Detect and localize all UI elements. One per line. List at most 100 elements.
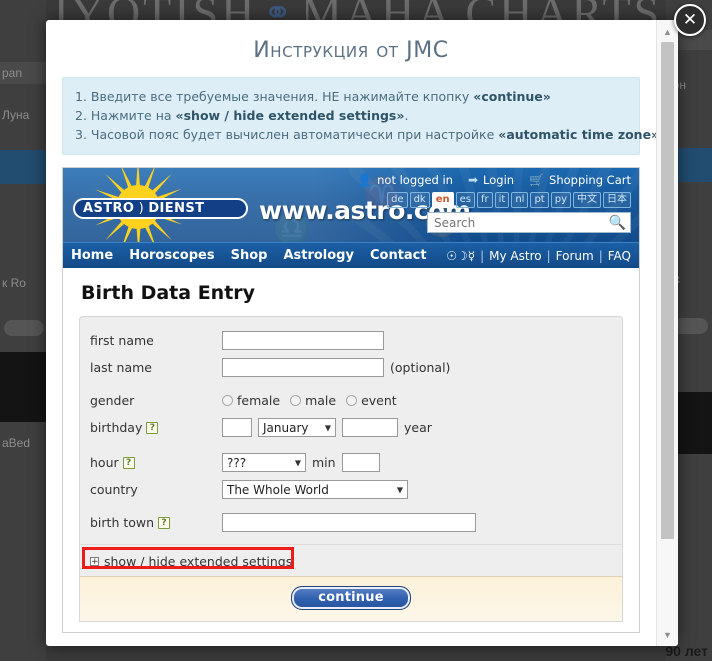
instruction-line-1: 1. Введите все требуемые значения. НЕ на… bbox=[75, 87, 627, 106]
shopping-cart-icon[interactable]: 🛒 bbox=[529, 174, 544, 186]
country-select[interactable]: The Whole World ▼ bbox=[222, 480, 408, 499]
close-icon: ✕ bbox=[682, 9, 698, 30]
birth-town-help-icon[interactable]: ? bbox=[158, 516, 171, 529]
last-name-input[interactable] bbox=[222, 358, 384, 377]
gender-radio-female[interactable] bbox=[222, 395, 233, 406]
country-label: country bbox=[90, 482, 138, 497]
birth-town-input[interactable] bbox=[222, 513, 476, 532]
birth-town-label: birth town ? bbox=[90, 515, 222, 530]
close-button[interactable]: ✕ bbox=[674, 4, 706, 36]
nav-link-forum[interactable]: Forum bbox=[556, 249, 594, 263]
language-pt[interactable]: pt bbox=[530, 192, 549, 208]
birthday-month-select[interactable]: January ▼ bbox=[258, 418, 336, 437]
nav-item-astrology[interactable]: Astrology bbox=[275, 248, 362, 263]
language-de[interactable]: de bbox=[387, 192, 408, 208]
scroll-down-arrow-icon[interactable]: ▼ bbox=[657, 626, 678, 643]
chevron-down-icon: ▼ bbox=[324, 423, 331, 432]
row-gender: gender female male event bbox=[80, 387, 622, 414]
background-fragment: pan bbox=[2, 66, 23, 80]
last-name-optional-note: (optional) bbox=[390, 360, 451, 375]
chevron-down-icon: ▼ bbox=[396, 485, 403, 494]
modal-title: Инструкция от JMC bbox=[253, 38, 449, 63]
gender-option-event[interactable]: event bbox=[361, 393, 397, 408]
birthday-year-unit: year bbox=[404, 420, 432, 435]
background-fragment: Луна bbox=[2, 108, 30, 122]
instruction-2-tail: . bbox=[404, 108, 409, 123]
row-birth-town: birth town ? bbox=[80, 509, 622, 536]
language-nl[interactable]: nl bbox=[511, 192, 529, 208]
planet-glyphs-icon[interactable]: ☉☽☿ bbox=[446, 249, 475, 263]
modal-scrollbar[interactable]: ▲ ▼ bbox=[656, 20, 678, 646]
language-ru[interactable]: ру bbox=[550, 192, 571, 208]
hour-help-icon[interactable]: ? bbox=[122, 456, 135, 469]
gender-radio-event[interactable] bbox=[346, 395, 358, 406]
birthday-label: birthday ? bbox=[90, 420, 222, 435]
expand-plus-icon[interactable]: + bbox=[90, 557, 99, 567]
nav-separator: | bbox=[598, 249, 603, 263]
minute-label: min bbox=[312, 455, 336, 470]
row-last-name: last name (optional) bbox=[80, 354, 622, 381]
birthday-help-icon[interactable]: ? bbox=[146, 421, 159, 434]
language-zh[interactable]: 中文 bbox=[573, 192, 601, 208]
gender-option-female[interactable]: female bbox=[237, 393, 280, 408]
chevron-down-icon: ▼ bbox=[294, 458, 301, 467]
birthday-day-input[interactable] bbox=[222, 418, 252, 437]
first-name-input[interactable] bbox=[222, 331, 384, 350]
logo-word-dienst: DIENST bbox=[148, 201, 205, 216]
nav-item-shop[interactable]: Shop bbox=[223, 248, 276, 263]
birth-data-page: Birth Data Entry first name last name (o… bbox=[63, 268, 639, 632]
search-box[interactable]: 🔍 bbox=[427, 212, 631, 233]
row-hour: hour ? ??? ▼ min bbox=[80, 449, 622, 476]
country-value: The Whole World bbox=[227, 482, 329, 497]
instruction-3-emphasis: «automatic time zone» bbox=[498, 127, 656, 142]
extended-settings-toggle[interactable]: + show / hide extended settings bbox=[90, 554, 292, 569]
language-selector: de dk en es fr it nl pt ру 中文 日本 bbox=[387, 192, 631, 208]
modal-content: Инструкция от JMC 1. Введите все требуем… bbox=[46, 20, 656, 646]
hour-label: hour ? bbox=[90, 455, 222, 470]
gender-label: gender bbox=[90, 393, 135, 408]
astro-main-nav: Home Horoscopes Shop Astrology Contact ☉… bbox=[63, 242, 639, 268]
form-rows: first name last name (optional) gender f… bbox=[80, 317, 622, 538]
hour-label-text: hour bbox=[90, 455, 119, 470]
astrodienst-logo-pill[interactable]: ASTRO ) DIENST bbox=[73, 198, 248, 219]
birthday-year-input[interactable] bbox=[342, 418, 398, 437]
astro-site-screenshot: ♈ ♎ ♋ bbox=[62, 167, 640, 633]
extended-settings-area: + show / hide extended settings bbox=[80, 544, 622, 576]
language-fr[interactable]: fr bbox=[476, 192, 493, 208]
account-bar: 👤 not logged in ➡ Login 🛒 Shopping Cart bbox=[357, 173, 631, 187]
form-footer: continue bbox=[80, 576, 622, 621]
instruction-1-emphasis: «continue» bbox=[473, 89, 551, 104]
continue-button[interactable]: continue bbox=[291, 586, 411, 610]
login-link[interactable]: Login bbox=[483, 173, 514, 187]
language-dk[interactable]: dk bbox=[409, 192, 430, 208]
search-icon[interactable]: 🔍 bbox=[609, 214, 626, 231]
instruction-2-text: 2. Нажмите на bbox=[75, 108, 176, 123]
row-country: country The Whole World ▼ bbox=[80, 476, 622, 503]
instruction-2-emphasis: «show / hide extended settings» bbox=[175, 108, 405, 123]
language-en[interactable]: en bbox=[431, 192, 454, 208]
last-name-label: last name bbox=[90, 360, 152, 375]
background-left-strip: pan Луна к Ro аВеd bbox=[0, 0, 46, 661]
birth-data-form: first name last name (optional) gender f… bbox=[79, 316, 623, 622]
login-status-label: not logged in bbox=[377, 173, 453, 187]
minute-input[interactable] bbox=[341, 453, 380, 472]
shopping-cart-link[interactable]: Shopping Cart bbox=[549, 173, 631, 187]
instruction-modal: Инструкция от JMC 1. Введите все требуем… bbox=[46, 20, 678, 646]
extended-settings-label[interactable]: show / hide extended settings bbox=[104, 554, 292, 569]
language-ja[interactable]: 日本 bbox=[603, 192, 631, 208]
login-arrow-icon[interactable]: ➡ bbox=[468, 174, 478, 186]
logo-separator: ) bbox=[138, 201, 145, 216]
language-es[interactable]: es bbox=[455, 192, 475, 208]
gender-radio-male[interactable] bbox=[290, 395, 302, 406]
scrollbar-thumb[interactable] bbox=[661, 42, 674, 539]
language-it[interactable]: it bbox=[494, 192, 510, 208]
gender-option-male[interactable]: male bbox=[305, 393, 336, 408]
nav-link-my-astro[interactable]: My Astro bbox=[489, 249, 541, 263]
nav-item-contact[interactable]: Contact bbox=[362, 248, 435, 263]
instruction-line-2: 2. Нажмите на «show / hide extended sett… bbox=[75, 106, 627, 125]
search-input[interactable] bbox=[432, 214, 609, 231]
hour-select[interactable]: ??? ▼ bbox=[222, 453, 306, 472]
nav-link-faq[interactable]: FAQ bbox=[608, 249, 631, 263]
nav-item-home[interactable]: Home bbox=[63, 248, 121, 263]
nav-item-horoscopes[interactable]: Horoscopes bbox=[121, 248, 222, 263]
